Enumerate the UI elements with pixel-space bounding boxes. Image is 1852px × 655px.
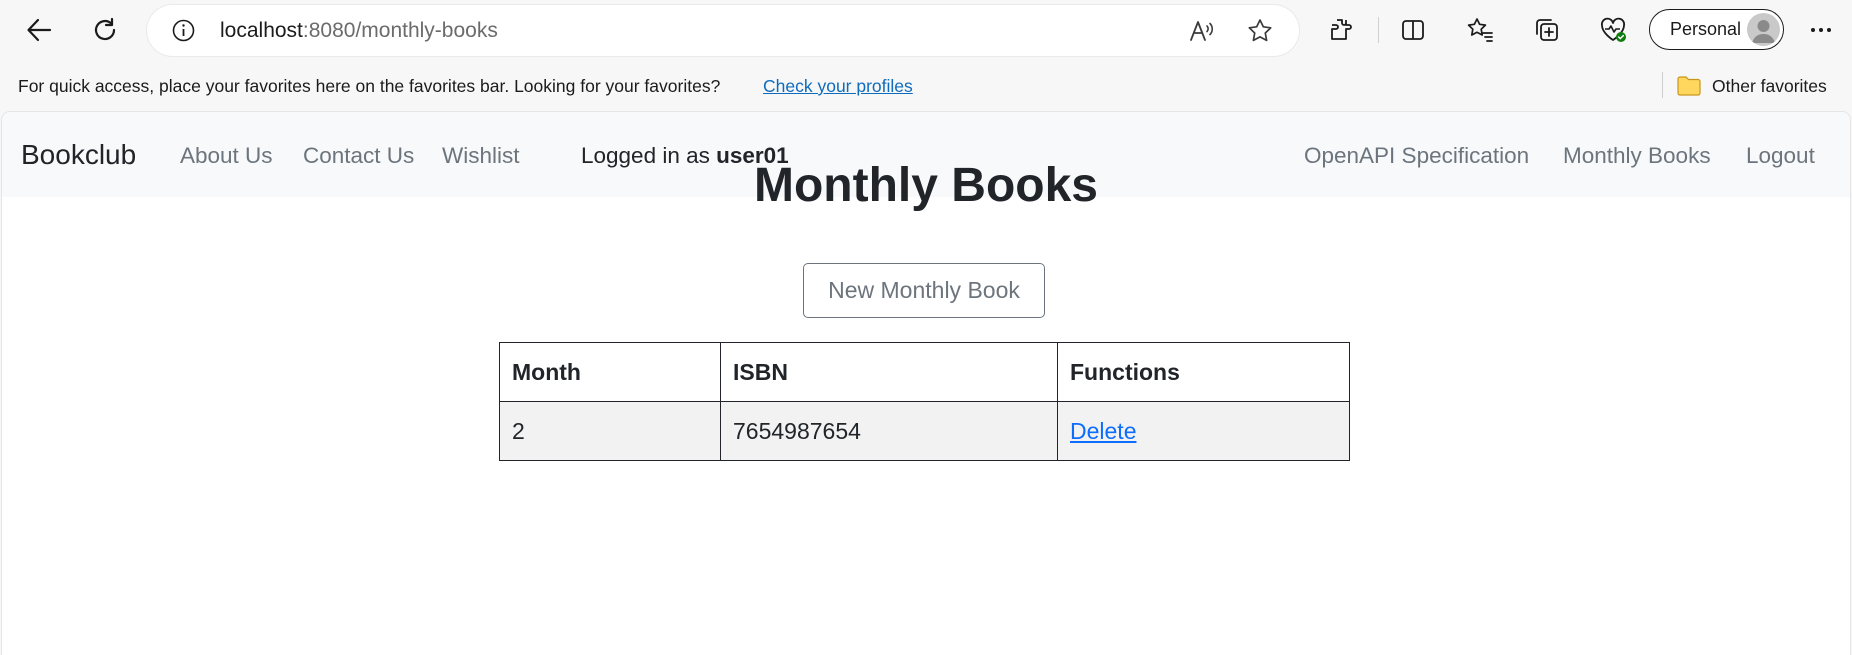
collections-icon	[1536, 19, 1558, 41]
favorites-icon	[1467, 18, 1493, 42]
refresh-icon	[94, 17, 116, 41]
browser-toolbar: localhost:8080/monthly-books Personal	[0, 0, 1852, 60]
favorites-bar: For quick access, place your favorites h…	[0, 64, 1852, 108]
table-row: 2 7654987654 Delete	[499, 401, 1350, 461]
other-favorites-button[interactable]: Other favorites	[1676, 72, 1827, 100]
check-profiles-link[interactable]: Check your profiles	[763, 76, 913, 97]
cell-isbn: 7654987654	[720, 401, 1058, 461]
collections-button[interactable]	[1527, 10, 1567, 50]
favorite-star-icon[interactable]	[1246, 17, 1274, 45]
cell-month: 2	[499, 401, 721, 461]
back-icon	[27, 18, 52, 42]
favorites-message: For quick access, place your favorites h…	[18, 76, 721, 96]
new-monthly-book-button[interactable]: New Monthly Book	[803, 263, 1045, 318]
browser-essentials-icon	[1601, 17, 1626, 42]
more-button[interactable]	[1801, 10, 1841, 50]
column-header-functions: Functions	[1057, 342, 1350, 402]
url-host: localhost	[220, 19, 303, 42]
favorites-divider	[1662, 72, 1663, 98]
read-aloud-icon[interactable]	[1187, 17, 1215, 45]
avatar	[1747, 13, 1780, 46]
other-favorites-label: Other favorites	[1712, 75, 1827, 96]
toolbar-divider	[1378, 17, 1379, 43]
split-screen-icon	[1402, 20, 1424, 40]
column-header-isbn: ISBN	[720, 342, 1058, 402]
favorites-button[interactable]	[1460, 10, 1500, 50]
page-title: Monthly Books	[754, 159, 1098, 212]
column-header-month: Month	[499, 342, 721, 402]
back-button[interactable]	[19, 10, 59, 50]
extensions-icon	[1331, 19, 1352, 40]
avatar-icon	[1752, 20, 1775, 43]
more-icon	[1811, 28, 1831, 32]
delete-link[interactable]: Delete	[1070, 418, 1136, 444]
table-header-row: Month ISBN Functions	[499, 342, 1350, 402]
url-path: :8080/monthly-books	[302, 19, 498, 42]
address-bar[interactable]: localhost:8080/monthly-books	[147, 5, 1299, 56]
extensions-button[interactable]	[1320, 10, 1360, 50]
cell-functions: Delete	[1057, 401, 1350, 461]
profile-button[interactable]: Personal	[1649, 9, 1784, 50]
monthly-books-table: Month ISBN Functions 2 7654987654 Delete	[499, 342, 1350, 461]
split-screen-button[interactable]	[1393, 10, 1433, 50]
browser-essentials-button[interactable]	[1593, 10, 1633, 50]
info-icon[interactable]	[171, 18, 196, 43]
refresh-button[interactable]	[85, 10, 125, 50]
profile-label: Personal	[1670, 19, 1742, 39]
url-text[interactable]: localhost:8080/monthly-books	[220, 18, 498, 44]
folder-icon	[1677, 76, 1701, 96]
